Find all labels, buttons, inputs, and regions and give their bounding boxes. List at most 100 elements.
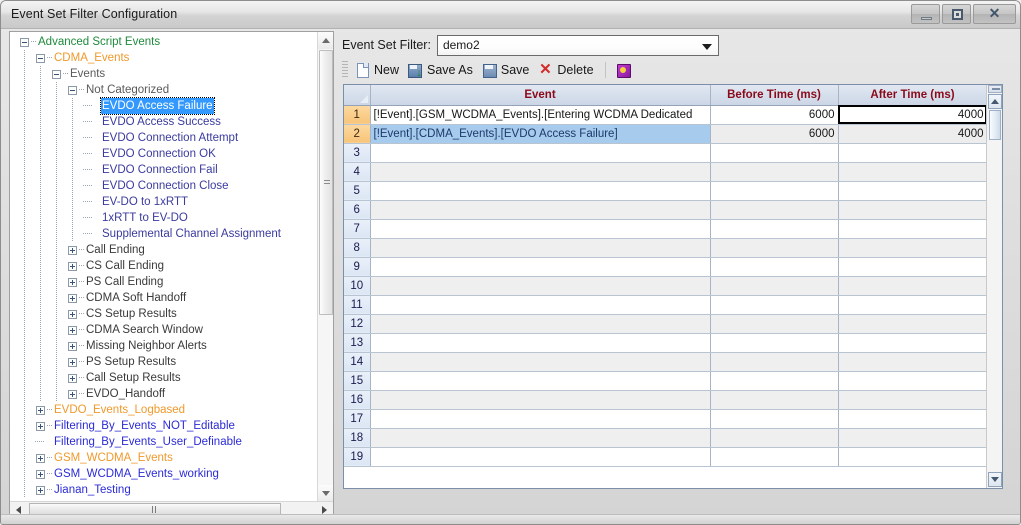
- tree-item[interactable]: PS Setup Results: [10, 354, 318, 370]
- event-cell[interactable]: [370, 371, 711, 391]
- tree-scroll-up-button[interactable]: [318, 32, 333, 49]
- row-number-cell[interactable]: 12: [344, 314, 371, 334]
- event-cell[interactable]: [370, 143, 711, 163]
- row-number-cell[interactable]: 16: [344, 390, 371, 410]
- after-time-cell[interactable]: [838, 447, 988, 467]
- tree-item[interactable]: 1xRTT to EV-DO: [10, 210, 318, 226]
- tree-expand-icon[interactable]: [68, 278, 77, 287]
- toolbar-grip-icon[interactable]: [342, 61, 348, 79]
- after-time-cell[interactable]: [838, 314, 988, 334]
- after-time-cell[interactable]: [838, 428, 988, 448]
- tree-item[interactable]: EVDO Access Success: [10, 114, 318, 130]
- tree-collapse-icon[interactable]: [36, 54, 45, 63]
- row-number-cell[interactable]: 18: [344, 428, 371, 448]
- before-time-cell[interactable]: [710, 276, 839, 296]
- tree-expand-icon[interactable]: [68, 246, 77, 255]
- tree-expand-icon[interactable]: [36, 470, 45, 479]
- before-time-cell[interactable]: [710, 238, 839, 258]
- row-number-cell[interactable]: 19: [344, 447, 371, 467]
- tree-item[interactable]: Filtering_By_Events_User_Definable: [10, 434, 318, 450]
- row-number-cell[interactable]: 7: [344, 219, 371, 239]
- before-time-cell[interactable]: [710, 200, 839, 220]
- row-number-cell[interactable]: 1: [344, 105, 371, 125]
- event-cell[interactable]: [370, 276, 711, 296]
- table-row[interactable]: 4: [344, 162, 988, 182]
- before-time-cell[interactable]: [710, 314, 839, 334]
- after-time-cell[interactable]: [838, 390, 988, 410]
- event-cell[interactable]: [370, 162, 711, 182]
- table-row[interactable]: 15: [344, 371, 988, 391]
- grid-scroll-up-button[interactable]: [988, 94, 1002, 109]
- tree-item[interactable]: Not Categorized: [10, 82, 318, 98]
- after-time-cell[interactable]: [838, 257, 988, 277]
- tree-expand-icon[interactable]: [36, 486, 45, 495]
- tree-expand-icon[interactable]: [36, 454, 45, 463]
- minimize-button[interactable]: [911, 4, 940, 24]
- table-row[interactable]: 14: [344, 352, 988, 372]
- event-cell[interactable]: [370, 314, 711, 334]
- event-cell[interactable]: [370, 238, 711, 258]
- tree-item[interactable]: GSM_WCDMA_Events_working: [10, 466, 318, 482]
- event-cell[interactable]: [370, 333, 711, 353]
- tree-expand-icon[interactable]: [68, 358, 77, 367]
- event-tree[interactable]: Advanced Script Events CDMA_Events Events N…: [10, 32, 318, 502]
- row-number-cell[interactable]: 10: [344, 276, 371, 296]
- tree-item[interactable]: Events: [10, 66, 318, 82]
- tree-item[interactable]: Advanced Script Events: [10, 34, 318, 50]
- tree-item[interactable]: CDMA Soft Handoff: [10, 290, 318, 306]
- after-time-cell[interactable]: [838, 295, 988, 315]
- tree-item[interactable]: Jianan_Testing: [10, 482, 318, 498]
- tree-expand-icon[interactable]: [68, 390, 77, 399]
- event-cell[interactable]: [370, 200, 711, 220]
- before-time-cell[interactable]: [710, 162, 839, 182]
- delete-button[interactable]: ✕ Delete: [534, 60, 598, 80]
- before-time-cell[interactable]: 6000: [710, 105, 839, 125]
- close-button[interactable]: ✕: [973, 4, 1016, 24]
- before-time-cell[interactable]: [710, 181, 839, 201]
- before-time-cell[interactable]: [710, 447, 839, 467]
- tree-expand-icon[interactable]: [36, 422, 45, 431]
- row-number-cell[interactable]: 8: [344, 238, 371, 258]
- after-time-cell[interactable]: [838, 276, 988, 296]
- tree-expand-icon[interactable]: [68, 294, 77, 303]
- table-row[interactable]: 2 [!Event].[CDMA_Events].[EVDO Access Fai…: [344, 124, 988, 144]
- tree-expand-icon[interactable]: [68, 374, 77, 383]
- tree-collapse-icon[interactable]: [52, 70, 61, 79]
- tree-item[interactable]: Filtering_By_Events_NOT_Editable: [10, 418, 318, 434]
- grid-vertical-scrollbar[interactable]: [986, 85, 1002, 488]
- tree-expand-icon[interactable]: [68, 342, 77, 351]
- table-row[interactable]: 18: [344, 428, 988, 448]
- table-row[interactable]: 13: [344, 333, 988, 353]
- restore-button[interactable]: [942, 4, 971, 24]
- event-cell[interactable]: [370, 428, 711, 448]
- tree-item[interactable]: EV-DO to 1xRTT: [10, 194, 318, 210]
- tree-scroll-down-button[interactable]: [318, 485, 333, 502]
- tree-expand-icon[interactable]: [68, 310, 77, 319]
- row-number-cell[interactable]: 13: [344, 333, 371, 353]
- tree-item[interactable]: EVDO Connection Attempt: [10, 130, 318, 146]
- event-cell[interactable]: [370, 257, 711, 277]
- before-time-cell[interactable]: [710, 390, 839, 410]
- event-cell[interactable]: [370, 295, 711, 315]
- save-as-button[interactable]: ↓ Save As: [404, 60, 478, 80]
- event-cell[interactable]: [370, 352, 711, 372]
- table-row[interactable]: 19: [344, 447, 988, 467]
- row-number-cell[interactable]: 15: [344, 371, 371, 391]
- before-time-cell[interactable]: [710, 333, 839, 353]
- column-header-event[interactable]: Event: [370, 85, 711, 106]
- table-row[interactable]: 8: [344, 238, 988, 258]
- grid-select-all-corner[interactable]: [344, 85, 371, 106]
- tree-scroll-thumb[interactable]: [319, 50, 333, 315]
- event-cell[interactable]: [370, 409, 711, 429]
- after-time-cell[interactable]: [838, 162, 988, 182]
- after-time-cell[interactable]: [838, 219, 988, 239]
- table-row[interactable]: 6: [344, 200, 988, 220]
- tree-expand-icon[interactable]: [68, 326, 77, 335]
- table-row[interactable]: 7: [344, 219, 988, 239]
- table-row[interactable]: 5: [344, 181, 988, 201]
- tree-item[interactable]: CS Setup Results: [10, 306, 318, 322]
- new-button[interactable]: New: [351, 60, 404, 80]
- help-book-button[interactable]: [612, 60, 636, 80]
- row-number-cell[interactable]: 9: [344, 257, 371, 277]
- tree-expand-icon[interactable]: [36, 406, 45, 415]
